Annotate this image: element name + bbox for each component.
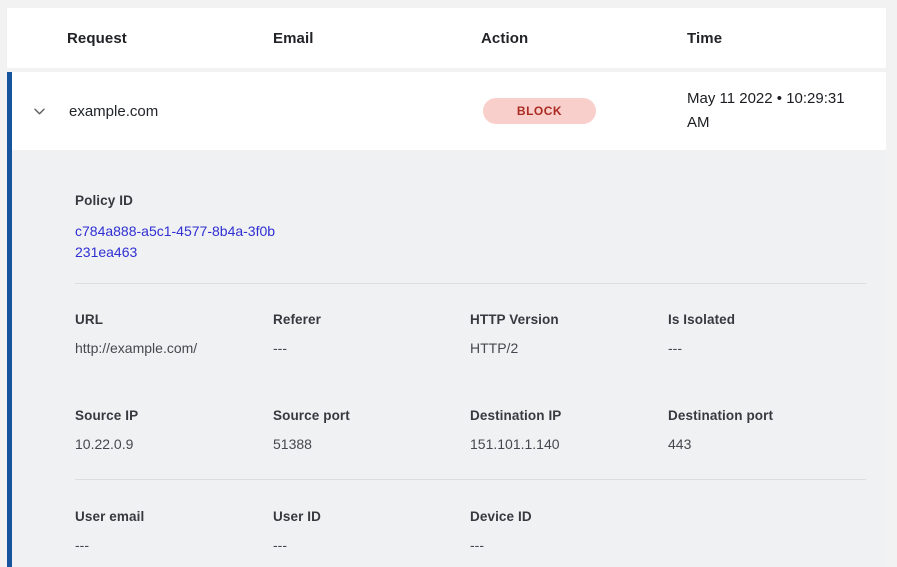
detail-field-user-email: User email --- xyxy=(75,509,273,553)
field-value: --- xyxy=(668,340,866,356)
field-value: HTTP/2 xyxy=(470,340,668,356)
page: Request Email Action Time example.com BL xyxy=(0,0,897,567)
field-value: 10.22.0.9 xyxy=(75,436,273,452)
column-header-time: Time xyxy=(687,30,886,47)
expanded-row-group: example.com BLOCK May 11 2022 • 10:29:31… xyxy=(7,72,886,567)
policy-id-section: Policy ID c784a888-a5c1-4577-8b4a-3f0b23… xyxy=(75,193,866,284)
table-row[interactable]: example.com BLOCK May 11 2022 • 10:29:31… xyxy=(12,72,886,150)
table-header: Request Email Action Time xyxy=(7,8,886,68)
field-label: URL xyxy=(75,312,273,327)
field-value: 51388 xyxy=(273,436,470,452)
field-value: --- xyxy=(75,537,273,553)
requests-table: Request Email Action Time example.com BL xyxy=(7,8,886,567)
field-label: Source IP xyxy=(75,408,273,423)
detail-grid-row-2: Source IP 10.22.0.9 Source port 51388 De… xyxy=(75,408,866,480)
field-value: --- xyxy=(470,537,668,553)
field-value: http://example.com/ xyxy=(75,340,273,356)
detail-field-http-version: HTTP Version HTTP/2 xyxy=(470,312,668,356)
field-label: Destination port xyxy=(668,408,866,423)
detail-field-url: URL http://example.com/ xyxy=(75,312,273,356)
detail-grid-row-1: URL http://example.com/ Referer --- HTTP… xyxy=(75,312,866,356)
policy-id-link[interactable]: c784a888-a5c1-4577-8b4a-3f0b231ea463 xyxy=(75,221,280,263)
field-label-policy-id: Policy ID xyxy=(75,193,866,208)
field-value: 151.101.1.140 xyxy=(470,436,668,452)
detail-field-empty xyxy=(668,509,866,553)
detail-field-user-id: User ID --- xyxy=(273,509,470,553)
detail-field-source-port: Source port 51388 xyxy=(273,408,470,452)
field-label: Referer xyxy=(273,312,470,327)
detail-field-destination-port: Destination port 443 xyxy=(668,408,866,452)
column-header-request: Request xyxy=(67,30,273,47)
detail-field-source-ip: Source IP 10.22.0.9 xyxy=(75,408,273,452)
block-status-badge: BLOCK xyxy=(483,98,596,124)
field-label: Destination IP xyxy=(470,408,668,423)
field-label: User ID xyxy=(273,509,470,524)
detail-field-device-id: Device ID --- xyxy=(470,509,668,553)
chevron-down-icon xyxy=(32,104,47,119)
field-value: --- xyxy=(273,340,470,356)
collapse-row-button[interactable] xyxy=(32,99,56,123)
field-label: HTTP Version xyxy=(470,312,668,327)
row-details-panel: Policy ID c784a888-a5c1-4577-8b4a-3f0b23… xyxy=(12,150,886,567)
detail-field-destination-ip: Destination IP 151.101.1.140 xyxy=(470,408,668,452)
field-value: 443 xyxy=(668,436,866,452)
column-header-email: Email xyxy=(273,30,481,47)
field-label: Source port xyxy=(273,408,470,423)
field-label: User email xyxy=(75,509,273,524)
row-action: BLOCK xyxy=(481,98,687,124)
detail-grid-row-3: User email --- User ID --- Device ID --- xyxy=(75,509,866,553)
detail-field-referer: Referer --- xyxy=(273,312,470,356)
field-value: --- xyxy=(273,537,470,553)
field-label: Is Isolated xyxy=(668,312,866,327)
row-timestamp: May 11 2022 • 10:29:31 AM xyxy=(687,87,862,135)
field-label: Device ID xyxy=(470,509,668,524)
detail-field-is-isolated: Is Isolated --- xyxy=(668,312,866,356)
row-request-domain: example.com xyxy=(69,103,273,120)
column-header-action: Action xyxy=(481,30,687,47)
